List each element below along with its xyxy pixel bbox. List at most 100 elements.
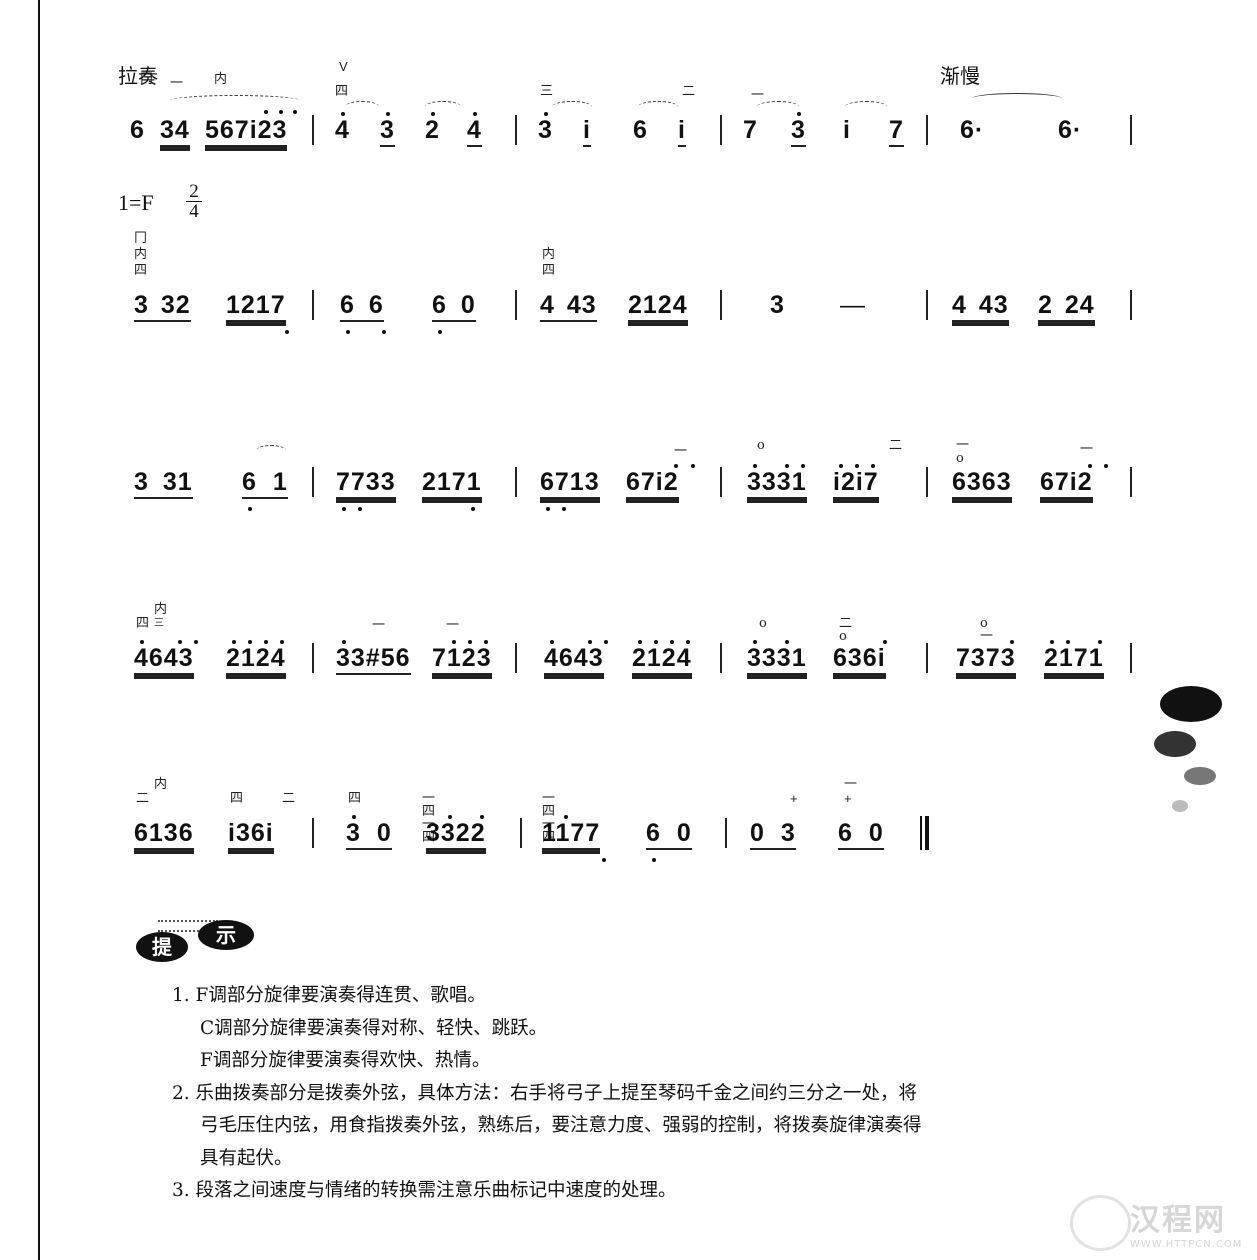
badge-char: 提 — [136, 932, 188, 962]
hints-list: 1. F调部分旋律要演奏得连贯、歌唱。 C调部分旋律要演奏得对称、轻快、跳跃。 … — [172, 980, 1112, 1208]
octave-dot — [264, 640, 268, 644]
note-group: 2124 — [628, 290, 688, 322]
octave-dot — [753, 464, 757, 468]
fingering-mark: 一 — [1080, 442, 1094, 457]
octave-dot-low — [285, 330, 289, 334]
octave-dot — [484, 640, 488, 644]
watermark-url: WWW.HTTPCN.COM — [1130, 1239, 1243, 1250]
note-group: 4643 — [544, 643, 604, 675]
note-group: 6 1 — [242, 467, 288, 499]
note: 3 — [770, 291, 785, 319]
note: 3 — [538, 116, 553, 144]
harmonic-mark: o — [759, 616, 767, 631]
watermark: 汉程网 WWW.HTTPCN.COM — [1070, 1195, 1243, 1251]
slur — [425, 101, 461, 112]
time-signature-numerator: 2 — [186, 182, 202, 202]
octave-dot — [544, 112, 548, 116]
note-group: 4 43 — [952, 290, 1009, 322]
barline — [926, 290, 928, 320]
octave-dot — [1098, 640, 1102, 644]
fingering-mark: o一 — [980, 616, 994, 644]
slur — [757, 101, 799, 112]
fingering-mark: 四 — [136, 616, 150, 631]
fingering-mark: 二 — [136, 791, 150, 806]
note-group: 2171 — [422, 467, 482, 499]
barline — [312, 290, 314, 320]
decorative-blob — [1160, 686, 1222, 722]
octave-dot — [753, 640, 757, 644]
tie — [972, 93, 1062, 104]
octave-dot — [564, 815, 568, 819]
hint-item: 弓毛压住内弦，用食指拨奏外弦，熟练后，要注意力度、强弱的控制，将拨奏旋律演奏得 — [200, 1115, 922, 1136]
slur — [845, 101, 887, 112]
harmonic-mark: o — [757, 438, 765, 453]
fingering-mark: 三 — [154, 618, 164, 629]
slur — [345, 101, 379, 112]
octave-dot — [1104, 464, 1108, 468]
octave-dot-low — [248, 507, 252, 511]
decorative-blob — [1154, 731, 1196, 757]
note-group: 3331 — [747, 643, 807, 675]
hint-item: 2. 乐曲拨奏部分是拨奏外弦，具体方法：右手将弓子上提至琴码千金之间约三分之一处… — [172, 1082, 918, 1104]
decorative-blob — [1172, 800, 1188, 812]
octave-dot — [797, 112, 801, 116]
barline — [720, 643, 722, 673]
fingering-mark: 四 — [230, 791, 244, 806]
octave-dot — [839, 464, 843, 468]
octave-dot — [140, 640, 144, 644]
note-group: 67i2 — [1040, 467, 1093, 499]
time-signature-denominator: 4 — [189, 201, 199, 222]
octave-dot — [280, 640, 284, 644]
barline — [515, 643, 517, 673]
octave-dot — [855, 464, 859, 468]
page-margin-rule — [38, 0, 40, 1260]
slur — [552, 101, 592, 112]
fingering-mark: 一 — [844, 777, 858, 792]
octave-dot — [279, 110, 283, 114]
fingering-mark: 四 — [134, 263, 148, 278]
fingering-mark: 内 — [542, 247, 556, 262]
note-group: 2124 — [226, 643, 286, 675]
note-group: 1177 — [542, 818, 601, 850]
note-group: i36i — [228, 818, 274, 850]
note: 7 — [889, 115, 904, 147]
fingering-mark: 一o — [956, 438, 970, 466]
score-system-3: 3 31 6 1 7733 2171 一 6713 67i2 o 二 3331 … — [130, 439, 1140, 527]
octave-dot — [654, 640, 658, 644]
fingering-mark: 内 — [154, 777, 168, 792]
note-group: 6136 — [134, 818, 194, 850]
octave-dot — [194, 640, 198, 644]
barline — [926, 467, 928, 497]
barline — [926, 115, 928, 145]
fingering-mark: 四 — [542, 263, 556, 278]
octave-dot — [473, 112, 477, 116]
note-group: 3 32 — [134, 290, 191, 322]
octave-dot — [1010, 640, 1014, 644]
note-group: 6713 — [540, 467, 600, 499]
barline — [515, 467, 517, 497]
octave-dot — [691, 464, 695, 468]
octave-dot — [604, 640, 608, 644]
hint-item: 3. 段落之间速度与情绪的转换需注意乐曲标记中速度的处理。 — [172, 1180, 677, 1201]
barline — [312, 115, 314, 145]
slur — [638, 101, 678, 112]
octave-dot-low — [342, 507, 346, 511]
octave-dot — [1088, 464, 1092, 468]
note: i — [678, 115, 686, 147]
note-group: 567i23 — [205, 115, 288, 147]
note-group: 3331 — [747, 467, 807, 499]
hint-item: 1. F调部分旋律要演奏得连贯、歌唱。 — [172, 985, 486, 1006]
ritardando-label: 渐慢 — [940, 64, 980, 88]
octave-dot — [670, 640, 674, 644]
octave-dot-low — [358, 507, 362, 511]
octave-dot — [674, 464, 678, 468]
note: 6 — [633, 116, 648, 144]
note-group: 4 43 — [540, 290, 597, 322]
note-group: 6363 — [952, 467, 1012, 499]
barline — [312, 818, 314, 848]
slur — [170, 95, 300, 106]
octave-dot-low — [652, 858, 656, 862]
badge-char: 示 — [198, 920, 254, 950]
octave-dot — [480, 815, 484, 819]
octave-dot-low — [546, 507, 550, 511]
